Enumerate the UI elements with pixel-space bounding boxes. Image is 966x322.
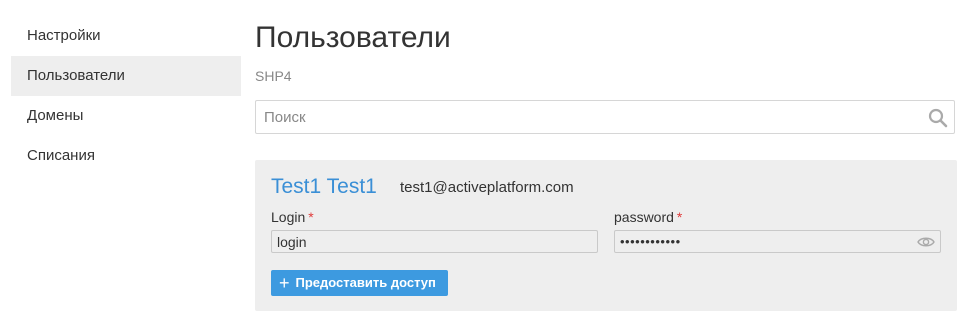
login-label: Login *: [271, 208, 314, 226]
sidebar-item-users[interactable]: Пользователи: [11, 56, 241, 96]
grant-access-button[interactable]: + Предоставить доступ: [271, 270, 448, 296]
password-label: password *: [614, 208, 682, 226]
page-subtitle: SHP4: [255, 68, 292, 84]
user-email: test1@activeplatform.com: [400, 179, 574, 196]
user-name[interactable]: Test1 Test1: [271, 174, 377, 200]
login-label-text: Login: [271, 209, 306, 225]
password-value: ••••••••••••: [620, 234, 681, 249]
page-title: Пользователи: [255, 21, 451, 54]
sidebar-item-settings[interactable]: Настройки: [11, 16, 241, 56]
password-field[interactable]: ••••••••••••: [614, 230, 941, 253]
sidebar: Настройки Пользователи Домены Списания: [11, 16, 241, 176]
password-label-text: password: [614, 209, 674, 225]
sidebar-item-domains[interactable]: Домены: [11, 96, 241, 136]
required-mark: *: [308, 209, 314, 225]
required-mark: *: [676, 209, 683, 225]
grant-access-label: Предоставить доступ: [295, 275, 436, 290]
search-input[interactable]: [256, 101, 916, 133]
search-box: [255, 100, 955, 134]
search-icon[interactable]: [928, 108, 948, 128]
sidebar-item-charges[interactable]: Списания: [11, 136, 241, 176]
user-card: Test1 Test1 test1@activeplatform.com Log…: [255, 160, 957, 311]
eye-icon[interactable]: [917, 235, 935, 249]
login-field: [271, 230, 598, 253]
plus-icon: +: [279, 273, 290, 293]
login-input[interactable]: [272, 231, 597, 252]
